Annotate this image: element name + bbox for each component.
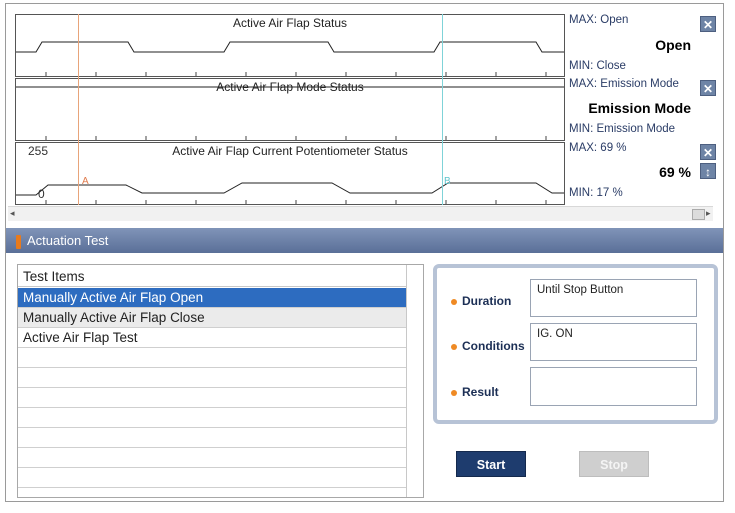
stop-button[interactable]: Stop	[579, 451, 649, 477]
list-item[interactable]: Active Air Flap Test	[18, 328, 406, 348]
section-header: Actuation Test	[6, 228, 723, 253]
list-header: Test Items	[18, 265, 406, 287]
bullet-icon	[451, 343, 457, 350]
graph2-current-value: Emission Mode	[588, 100, 691, 116]
graph-plot	[16, 86, 564, 140]
bullet-icon	[451, 298, 457, 305]
graph-plot	[16, 182, 564, 204]
graph-potentiometer: Active Air Flap Current Potentiometer St…	[15, 142, 565, 205]
result-field	[530, 367, 697, 406]
scale-updown-icon[interactable]: ↕	[700, 163, 716, 179]
empty-row	[18, 408, 406, 428]
graph1-current-value: Open	[655, 37, 691, 53]
result-label: Result	[451, 385, 499, 399]
cursor-a-line[interactable]	[78, 14, 79, 205]
graph-plot	[16, 41, 564, 76]
graph1-max: MAX: Open	[569, 14, 629, 26]
list-item[interactable]: Manually Active Air Flap Close	[18, 308, 406, 328]
start-button[interactable]: Start	[456, 451, 526, 477]
close-icon[interactable]: ✕	[700, 144, 716, 160]
test-items-list: Test Items Manually Active Air Flap Open…	[17, 264, 424, 498]
empty-row	[18, 428, 406, 448]
graph-scrollbar[interactable]: ◂ ▸	[8, 206, 713, 221]
graph1-min: MIN: Close	[569, 60, 626, 72]
graph-air-flap-status: Active Air Flap Status	[15, 14, 565, 77]
cursor-b-line[interactable]	[442, 14, 443, 205]
conditions-field: IG. ON	[530, 323, 697, 361]
duration-label: Duration	[451, 294, 511, 308]
section-marker-icon	[16, 234, 21, 249]
cursor-b-marker: B	[444, 176, 451, 187]
close-icon[interactable]: ✕	[700, 80, 716, 96]
graph-air-flap-mode: Active Air Flap Mode Status	[15, 78, 565, 141]
empty-row	[18, 468, 406, 488]
test-detail-panel: Duration Until Stop Button Conditions IG…	[433, 264, 718, 424]
empty-row	[18, 368, 406, 388]
empty-row	[18, 388, 406, 408]
cursor-a-marker: A	[82, 176, 89, 187]
scroll-right-icon[interactable]: ▸	[706, 208, 711, 219]
empty-row	[18, 448, 406, 468]
graph2-min: MIN: Emission Mode	[569, 123, 676, 135]
graph2-max: MAX: Emission Mode	[569, 78, 679, 90]
scroll-left-icon[interactable]: ◂	[10, 208, 15, 219]
graph3-min: MIN: 17 %	[569, 187, 623, 199]
duration-field: Until Stop Button	[530, 279, 697, 317]
conditions-label: Conditions	[451, 339, 525, 353]
graph3-max: MAX: 69 %	[569, 142, 627, 154]
close-icon[interactable]: ✕	[700, 16, 716, 32]
empty-row	[18, 348, 406, 368]
bullet-icon	[451, 389, 457, 396]
scroll-thumb[interactable]	[692, 209, 705, 220]
section-title: Actuation Test	[27, 233, 109, 248]
graph3-current-value: 69 %	[659, 164, 691, 180]
list-item[interactable]: Manually Active Air Flap Open	[18, 288, 406, 308]
list-column-divider	[406, 265, 407, 497]
